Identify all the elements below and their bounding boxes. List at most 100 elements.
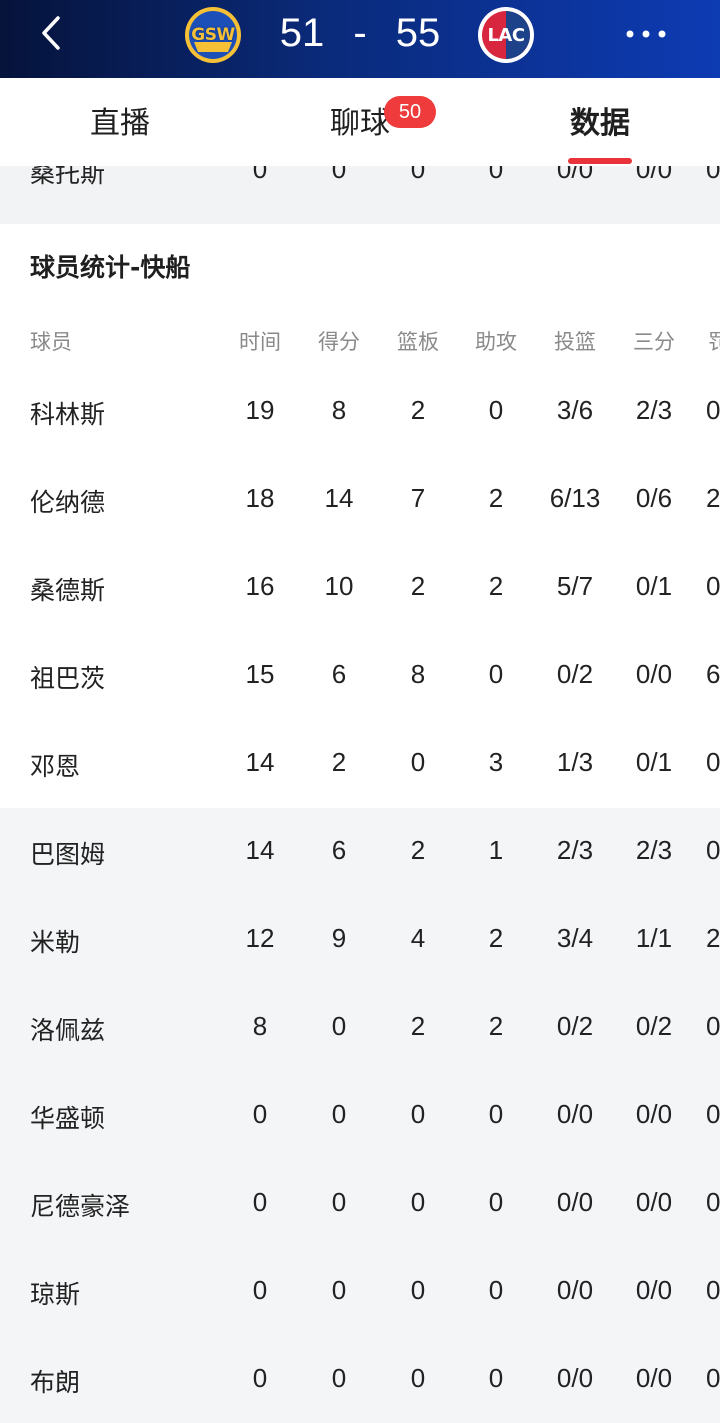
- stat-cell: 2: [410, 395, 426, 425]
- table-row[interactable]: 桑德斯 16 10 2 2 5/7 0/1 0: [0, 544, 720, 632]
- stat-cell: 0: [488, 659, 504, 689]
- stat-cell: 16: [245, 571, 275, 601]
- player-name: 华盛顿: [30, 1104, 106, 1133]
- chevron-left-icon: [42, 16, 60, 50]
- column-header[interactable]: 三分: [624, 326, 684, 356]
- player-name: 布朗: [30, 1368, 81, 1397]
- away-team-logo[interactable]: LAC: [477, 6, 535, 64]
- stat-cell: 0: [488, 1187, 504, 1217]
- stat-cell: 6: [331, 835, 347, 865]
- table-row[interactable]: 布朗 0 0 0 0 0/0 0/0 0: [0, 1336, 720, 1423]
- score-separator: -: [353, 11, 367, 55]
- stat-cell: 0/0: [556, 166, 594, 184]
- table-row[interactable]: 华盛顿 0 0 0 0 0/0 0/0 0: [0, 1072, 720, 1160]
- stat-cell: 0: [410, 1275, 426, 1305]
- stat-cell: 3: [488, 747, 504, 777]
- table-row[interactable]: 科林斯 19 8 2 0 3/6 2/3 0: [0, 368, 720, 456]
- stat-cell: 0/0: [556, 1099, 594, 1129]
- stat-cell: 0: [706, 571, 720, 601]
- more-button[interactable]: [618, 20, 674, 48]
- stat-cell: 2: [488, 1011, 504, 1041]
- tab-stats[interactable]: 数据: [560, 102, 640, 146]
- stat-cell: 1: [488, 835, 504, 865]
- stat-cell: 6: [331, 659, 347, 689]
- stat-cell: 6/13: [549, 483, 601, 513]
- stat-cell: 0: [331, 1275, 347, 1305]
- column-header[interactable]: 篮板: [388, 326, 448, 356]
- stat-cell: 14: [324, 483, 354, 513]
- stat-cell: 4: [410, 923, 426, 953]
- table-row[interactable]: 伦纳德 18 14 7 2 6/13 0/6 2: [0, 456, 720, 544]
- stat-cell: 3/6: [556, 395, 594, 425]
- player-name: 桑德斯: [30, 576, 106, 605]
- stat-cell: 9: [331, 923, 347, 953]
- stat-cell: 15: [245, 659, 275, 689]
- column-header[interactable]: 投篮: [545, 326, 605, 356]
- column-header[interactable]: 助攻: [466, 326, 526, 356]
- stat-cell: 0: [706, 1187, 720, 1217]
- home-team-logo[interactable]: GSW: [184, 6, 242, 64]
- table-row[interactable]: 洛佩兹 8 0 2 2 0/2 0/2 0: [0, 984, 720, 1072]
- stat-cell: 0: [488, 395, 504, 425]
- stat-cell: 7: [410, 483, 426, 513]
- stat-cell: 0: [331, 1363, 347, 1393]
- stat-cell: 0: [706, 166, 720, 184]
- stat-cell: 0: [410, 1099, 426, 1129]
- stat-cell: 19: [245, 395, 275, 425]
- stat-cell: 0: [331, 1099, 347, 1129]
- section-title: 球员统计-快船: [30, 253, 191, 282]
- player-name: 邓恩: [30, 752, 81, 781]
- table-row[interactable]: 米勒 12 9 4 2 3/4 1/1 2: [0, 896, 720, 984]
- table-header: 球员 时间 得分 篮板 助攻 投篮 三分 罚: [0, 316, 720, 368]
- previous-team-last-row: 桑托斯 0 0 0 0 0/0 0/0 0: [0, 166, 720, 224]
- stat-cell: 18: [245, 483, 275, 513]
- stat-cell: 1/3: [556, 747, 594, 777]
- player-name: 巴图姆: [30, 840, 106, 869]
- stat-cell: 0: [706, 1099, 720, 1129]
- stat-cell: 0/2: [635, 1011, 673, 1041]
- stats-content: 桑托斯 0 0 0 0 0/0 0/0 0 球员统计-快船 球员 时间 得分 篮…: [0, 166, 720, 1423]
- stat-cell: 0: [410, 747, 426, 777]
- stat-cell: 0: [410, 166, 426, 184]
- table-row[interactable]: 巴图姆 14 6 2 1 2/3 2/3 0: [0, 808, 720, 896]
- stat-cell: 0: [488, 166, 504, 184]
- active-tab-indicator: [568, 158, 632, 164]
- stat-cell: 14: [245, 835, 275, 865]
- column-header[interactable]: 时间: [230, 326, 290, 356]
- column-header[interactable]: 得分: [309, 326, 369, 356]
- table-row[interactable]: 琼斯 0 0 0 0 0/0 0/0 0: [0, 1248, 720, 1336]
- stat-cell: 0: [488, 1363, 504, 1393]
- table-row[interactable]: 尼德豪泽 0 0 0 0 0/0 0/0 0: [0, 1160, 720, 1248]
- stat-cell: 0/0: [635, 1187, 673, 1217]
- tab-bar: 直播 聊球 50 数据: [0, 78, 720, 166]
- back-button[interactable]: [34, 14, 74, 54]
- stat-cell: 2: [410, 571, 426, 601]
- stat-cell: 0: [488, 1099, 504, 1129]
- table-row[interactable]: 邓恩 14 2 0 3 1/3 0/1 0: [0, 720, 720, 808]
- table-row[interactable]: 祖巴茨 15 6 8 0 0/2 0/0 6: [0, 632, 720, 720]
- stat-cell: 0: [331, 1011, 347, 1041]
- stat-cell: 3/4: [556, 923, 594, 953]
- column-header[interactable]: 罚: [708, 326, 720, 356]
- stat-cell: 0: [706, 395, 720, 425]
- stat-cell: 14: [245, 747, 275, 777]
- stat-cell: 2: [331, 747, 347, 777]
- tab-live[interactable]: 直播: [80, 102, 160, 146]
- player-name: 琼斯: [30, 1280, 81, 1309]
- player-name: 洛佩兹: [30, 1016, 106, 1045]
- stat-cell: 10: [324, 571, 354, 601]
- stat-cell: 0/0: [635, 1363, 673, 1393]
- stat-cell: 2: [488, 571, 504, 601]
- stat-cell: 0/1: [635, 571, 673, 601]
- stat-cell: 0: [252, 1187, 268, 1217]
- stat-cell: 6: [706, 659, 720, 689]
- stat-cell: 0: [252, 1099, 268, 1129]
- section-divider: [0, 206, 720, 224]
- away-team-abbr: LAC: [487, 24, 525, 46]
- stat-cell: 8: [410, 659, 426, 689]
- player-name: 桑托斯: [30, 166, 106, 188]
- stat-cell: 1/1: [635, 923, 673, 953]
- stat-cell: 0: [706, 1363, 720, 1393]
- more-dots-icon: [626, 30, 666, 38]
- stat-cell: 8: [252, 1011, 268, 1041]
